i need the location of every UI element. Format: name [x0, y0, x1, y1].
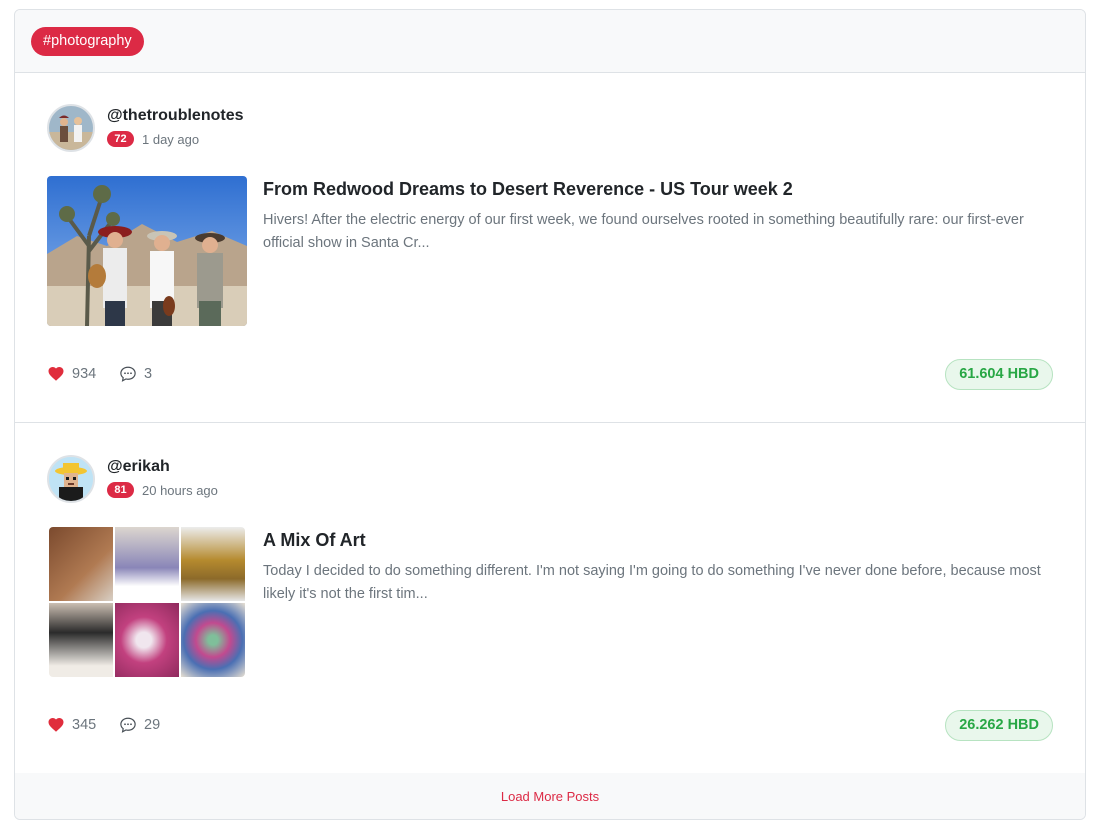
post-item: @thetroublenotes 72 1 day ago From Redwo… — [15, 73, 1085, 423]
post-excerpt: Hivers! After the electric energy of our… — [263, 212, 1024, 251]
comment-count: 3 — [144, 366, 153, 382]
like-count: 934 — [72, 366, 97, 382]
author-name[interactable]: @erikah — [107, 458, 170, 476]
payout-badge: 61.604 HBD — [945, 359, 1053, 390]
feed-header: #photography — [15, 10, 1085, 73]
comment-button[interactable]: 29 — [119, 716, 160, 734]
comment-button[interactable]: 3 — [119, 365, 152, 383]
tag-filter-button[interactable]: #photography — [31, 27, 144, 56]
author-avatar[interactable] — [47, 455, 95, 503]
speech-bubble-icon — [120, 366, 136, 382]
comment-count: 29 — [144, 717, 161, 733]
load-more-button[interactable]: Load More Posts — [501, 789, 599, 804]
post-title[interactable]: From Redwood Dreams to Desert Reverence … — [263, 179, 1063, 200]
post-thumbnail[interactable] — [49, 527, 245, 677]
reputation-badge: 72 — [107, 131, 134, 147]
post-excerpt: Today I decided to do something differen… — [263, 563, 1041, 602]
like-count: 345 — [72, 717, 97, 733]
payout-badge: 26.262 HBD — [945, 710, 1053, 741]
post-thumbnail[interactable] — [47, 176, 247, 326]
heart-icon — [48, 366, 64, 381]
heart-icon — [48, 717, 64, 732]
post-item: @erikah 81 20 hours ago A Mix Of Art Tod… — [15, 424, 1085, 773]
like-button[interactable]: 934 — [47, 365, 96, 383]
feed-footer: Load More Posts — [15, 773, 1085, 819]
post-feed-card: #photography @thetroublenotes 72 1 day a… — [14, 9, 1086, 820]
post-timestamp: 20 hours ago — [142, 483, 218, 498]
speech-bubble-icon — [120, 717, 136, 733]
author-name[interactable]: @thetroublenotes — [107, 107, 244, 125]
post-timestamp: 1 day ago — [142, 132, 200, 147]
reputation-badge: 81 — [107, 482, 134, 498]
author-avatar[interactable] — [47, 104, 95, 152]
like-button[interactable]: 345 — [47, 716, 96, 734]
post-title[interactable]: A Mix Of Art — [263, 530, 1063, 551]
